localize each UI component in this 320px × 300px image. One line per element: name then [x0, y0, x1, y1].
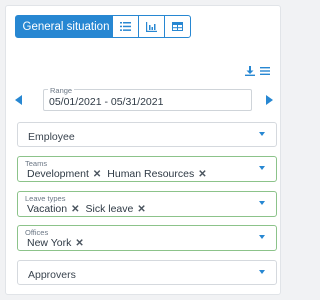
date-range-field[interactable]: Range 05/01/2021 - 05/31/2021 — [43, 86, 252, 111]
filter-panel: General situation Range 05/01/2021 - 05/… — [5, 5, 281, 295]
remove-chip-icon[interactable]: ✕ — [137, 204, 145, 215]
chip: Vacation ✕ — [27, 203, 79, 215]
remove-chip-icon[interactable]: ✕ — [71, 204, 79, 215]
chevron-down-icon — [259, 166, 265, 170]
offices-chips: New York ✕ — [27, 237, 84, 249]
tools — [245, 66, 270, 76]
date-range: Range 05/01/2021 - 05/31/2021 — [15, 86, 273, 111]
download-icon[interactable] — [245, 66, 255, 76]
remove-chip-icon[interactable]: ✕ — [198, 169, 206, 180]
filter-menu-icon[interactable] — [260, 66, 270, 76]
line-chart-view-button[interactable] — [138, 15, 165, 38]
range-label: Range — [48, 86, 75, 95]
chip: New York ✕ — [27, 237, 84, 249]
chevron-down-icon — [259, 201, 265, 205]
chevron-down-icon — [259, 132, 265, 136]
leave-types-select[interactable]: Leave types Vacation ✕ Sick leave ✕ — [17, 191, 277, 217]
chip: Sick leave ✕ — [85, 203, 145, 215]
employee-placeholder: Employee — [28, 131, 75, 143]
next-period-icon[interactable] — [266, 95, 273, 105]
general-situation-label: General situation — [22, 20, 110, 33]
approvers-placeholder: Approvers — [28, 269, 76, 281]
leave-types-chips: Vacation ✕ Sick leave ✕ — [27, 203, 146, 215]
list-view-button[interactable] — [112, 15, 139, 38]
remove-chip-icon[interactable]: ✕ — [75, 238, 83, 249]
chip-label: Development — [27, 168, 89, 180]
teams-label: Teams — [25, 159, 48, 168]
leave-types-label: Leave types — [25, 194, 66, 203]
chip-label: New York — [27, 237, 72, 249]
chevron-down-icon — [259, 235, 265, 239]
offices-label: Offices — [25, 228, 49, 237]
approvers-select[interactable]: Approvers — [17, 260, 277, 285]
chip-label: Vacation — [27, 203, 68, 215]
offices-select[interactable]: Offices New York ✕ — [17, 225, 277, 251]
list-icon — [120, 22, 131, 31]
chevron-down-icon — [259, 270, 265, 274]
teams-select[interactable]: Teams Development ✕ Human Resources ✕ — [17, 156, 277, 182]
remove-chip-icon[interactable]: ✕ — [93, 169, 101, 180]
view-switcher: General situation — [15, 15, 191, 38]
chip-label: Sick leave — [85, 203, 134, 215]
table-view-button[interactable] — [164, 15, 191, 38]
table-icon — [172, 22, 183, 31]
range-value: 05/01/2021 - 05/31/2021 — [49, 96, 164, 108]
general-situation-button[interactable]: General situation — [15, 15, 113, 38]
previous-period-icon[interactable] — [15, 95, 22, 105]
teams-chips: Development ✕ Human Resources ✕ — [27, 168, 207, 180]
line-chart-icon — [146, 21, 157, 32]
chip-label: Human Resources — [107, 168, 195, 180]
employee-select[interactable]: Employee — [17, 122, 277, 147]
chip: Human Resources ✕ — [107, 168, 206, 180]
chip: Development ✕ — [27, 168, 101, 180]
